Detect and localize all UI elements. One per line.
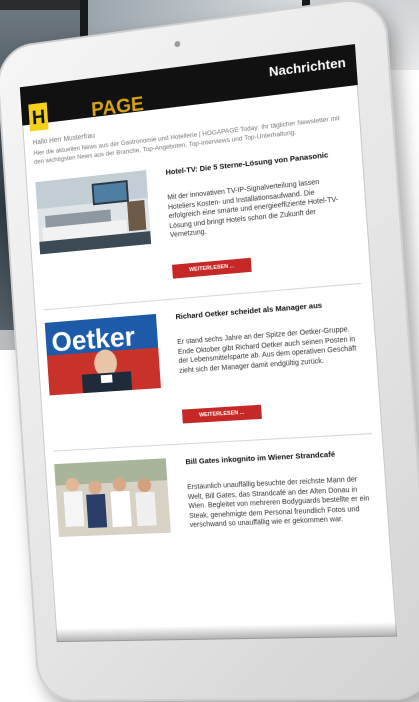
article-1: Hotel-TV: Die 5 Sterne-Lösung von Panaso… [35,148,362,327]
article-3-image[interactable] [54,458,171,537]
article-3-body: Erstaunlich unauffällig besuchte der rei… [187,476,370,530]
logo-h: H [28,102,49,132]
oetker-thumb-text: Oetker [51,320,137,357]
logo-o: O [48,102,65,126]
tablet-screen: Nachrichten H O GA PAGE Hallo Herr Muste… [19,44,398,643]
logo-page: PAGE [90,92,145,121]
article-1-title[interactable]: Hotel-TV: Die 5 Sterne-Lösung von Panaso… [165,148,346,177]
header-title: Nachrichten [268,54,347,80]
tablet-device: Nachrichten H O GA PAGE Hallo Herr Muste… [0,0,419,702]
article-3: Bill Gates inkognito im Wiener Strandcaf… [54,448,384,610]
camera-icon [174,40,181,48]
article-1-readmore-button[interactable]: WEITERLESEN ... [171,257,252,279]
article-1-body: Mit der innovativen TV-IP-Signalverteilu… [167,178,339,240]
logo-ga: GA [62,99,93,125]
article-2-body: Er stand sechs Jahre an der Spitze der O… [177,326,357,375]
article-2-readmore-button[interactable]: WEITERLESEN ... [181,404,262,424]
article-2-image[interactable]: Oetker [44,313,161,396]
article-1-image[interactable] [35,170,152,255]
screen-bottom-fade [55,622,398,643]
tablet-shell: Nachrichten H O GA PAGE Hallo Herr Muste… [0,0,419,702]
